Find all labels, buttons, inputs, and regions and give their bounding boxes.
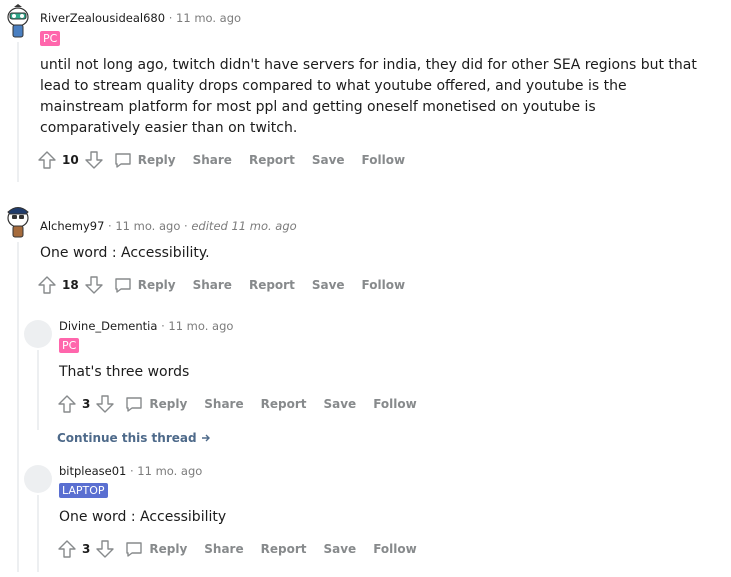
vote-score: 18 [62, 278, 79, 292]
comment-body: One word : Accessibility [59, 509, 227, 525]
comment-meta: Alchemy97 · 11 mo. ago · edited 11 mo. a… [40, 219, 297, 233]
username[interactable]: bitplease01 [59, 464, 126, 478]
timestamp[interactable]: · 11 mo. ago · [108, 219, 188, 233]
vote-score: 3 [82, 397, 91, 411]
reply-button[interactable]: Reply [113, 150, 176, 170]
downvote-button[interactable] [83, 149, 105, 171]
follow-button[interactable]: Follow [362, 278, 406, 292]
thread-line[interactable] [17, 242, 19, 572]
comment-body: One word : Accessibility. [40, 245, 210, 261]
save-button[interactable]: Save [323, 397, 356, 411]
upvote-icon [38, 151, 56, 169]
report-button[interactable]: Report [249, 278, 295, 292]
reply-label: Reply [137, 153, 176, 167]
comment-meta: Divine_Dementia · 11 mo. ago [59, 319, 233, 333]
downvote-icon [96, 395, 115, 413]
username[interactable]: Alchemy97 [40, 219, 104, 233]
comment-meta: RiverZealousideal680 · 11 mo. ago [40, 11, 241, 25]
thread-line[interactable] [37, 350, 39, 430]
upvote-icon [58, 395, 76, 413]
snoo-avatar-icon [7, 207, 29, 238]
comment-actions: 18 Reply Share Report Save Follow [36, 273, 405, 297]
upvote-button[interactable] [56, 393, 78, 415]
report-button[interactable]: Report [261, 542, 307, 556]
share-button[interactable]: Share [193, 278, 232, 292]
save-button[interactable]: Save [323, 542, 356, 556]
thread-line[interactable] [37, 495, 39, 572]
comment-meta: bitplease01 · 11 mo. ago [59, 464, 202, 478]
downvote-icon [96, 540, 115, 558]
downvote-icon [85, 276, 103, 294]
timestamp[interactable]: · 11 mo. ago [161, 319, 233, 333]
comment-icon [126, 397, 143, 412]
continue-thread-label: Continue this thread [57, 431, 197, 445]
snoo-avatar-icon [7, 4, 29, 38]
comment-body: until not long ago, twitch didn't have s… [40, 57, 697, 136]
reply-label: Reply [137, 278, 176, 292]
upvote-button[interactable] [36, 274, 58, 296]
report-button[interactable]: Report [249, 153, 295, 167]
reply-button[interactable]: Reply [124, 394, 187, 414]
upvote-icon [58, 540, 76, 558]
thread-line[interactable] [17, 42, 19, 182]
share-button[interactable]: Share [193, 153, 232, 167]
user-flair: PC [59, 338, 80, 353]
vote-score: 10 [62, 153, 79, 167]
username[interactable]: Divine_Dementia [59, 319, 157, 333]
upvote-button[interactable] [56, 538, 78, 560]
comment-actions: 3 Reply Share Report Save Follow [56, 392, 417, 416]
timestamp[interactable]: · 11 mo. ago [169, 11, 241, 25]
comment-icon [115, 278, 131, 293]
reply-label: Reply [149, 542, 188, 556]
reply-button[interactable]: Reply [124, 539, 187, 559]
user-flair: PC [40, 31, 61, 46]
downvote-button[interactable] [94, 538, 116, 560]
upvote-icon [38, 276, 56, 294]
comment-actions: 3 Reply Share Report Save Follow [56, 537, 417, 561]
avatar[interactable] [4, 4, 32, 38]
comment-actions: 10 Reply Share Report Save Follow [36, 148, 405, 172]
downvote-button[interactable] [83, 274, 105, 296]
share-button[interactable]: Share [204, 542, 243, 556]
save-button[interactable]: Save [312, 278, 345, 292]
comment-icon [126, 542, 143, 557]
avatar[interactable] [24, 320, 52, 348]
comment-body: That's three words [59, 364, 190, 380]
save-button[interactable]: Save [312, 153, 345, 167]
username[interactable]: RiverZealousideal680 [40, 11, 165, 25]
vote-score: 3 [82, 542, 91, 556]
downvote-button[interactable] [94, 393, 116, 415]
share-button[interactable]: Share [204, 397, 243, 411]
reply-button[interactable]: Reply [113, 275, 176, 295]
upvote-button[interactable] [36, 149, 58, 171]
edited-label: edited 11 mo. ago [191, 219, 297, 233]
reply-label: Reply [149, 397, 188, 411]
downvote-icon [85, 151, 103, 169]
report-button[interactable]: Report [261, 397, 307, 411]
user-flair: LAPTOP [59, 483, 108, 498]
continue-thread-link[interactable]: Continue this thread [57, 431, 211, 445]
avatar[interactable] [24, 465, 52, 493]
follow-button[interactable]: Follow [373, 542, 417, 556]
avatar[interactable] [4, 205, 32, 238]
follow-button[interactable]: Follow [373, 397, 417, 411]
arrow-right-icon [201, 434, 210, 442]
timestamp[interactable]: · 11 mo. ago [130, 464, 202, 478]
comment-icon [115, 153, 131, 168]
follow-button[interactable]: Follow [362, 153, 406, 167]
